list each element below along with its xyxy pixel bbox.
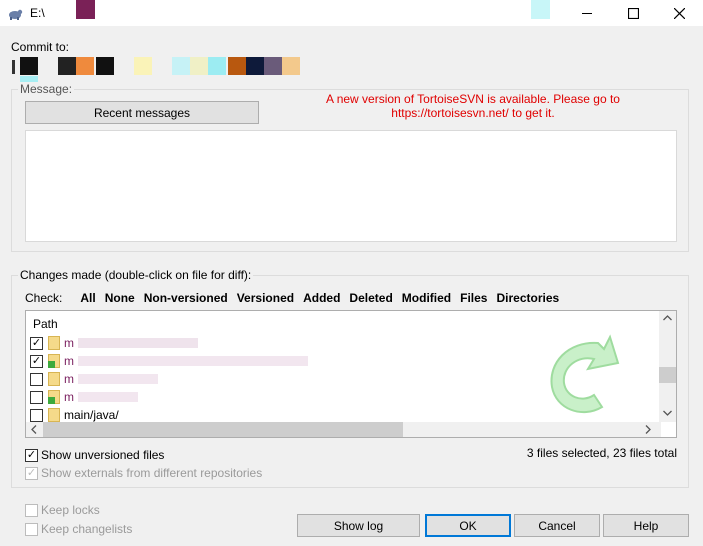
scroll-right-icon[interactable] bbox=[645, 425, 651, 434]
horizontal-scroll-thumb[interactable] bbox=[43, 422, 403, 437]
folder-icon bbox=[48, 372, 60, 386]
show-externals-label: Show externals from different repositori… bbox=[41, 466, 263, 480]
list-item[interactable]: m bbox=[30, 388, 138, 406]
show-unversioned-label: Show unversioned files bbox=[41, 448, 165, 462]
folder-icon bbox=[48, 408, 60, 422]
update-notice-line2[interactable]: https://tortoisesvn.net/ to get it. bbox=[300, 106, 646, 120]
maximize-icon bbox=[627, 7, 639, 19]
check-modified-link[interactable]: Modified bbox=[402, 291, 451, 305]
row-path: main/java/ bbox=[64, 408, 119, 422]
scroll-down-icon[interactable] bbox=[663, 410, 672, 416]
row-path-redacted bbox=[78, 374, 158, 384]
show-log-button[interactable]: Show log bbox=[297, 514, 420, 537]
check-deleted-link[interactable]: Deleted bbox=[349, 291, 392, 305]
keep-changelists-option: Keep changelists bbox=[25, 522, 132, 536]
row-path-redacted bbox=[78, 338, 198, 348]
ok-button[interactable]: OK bbox=[425, 514, 511, 537]
list-item[interactable]: m bbox=[30, 370, 158, 388]
keep-locks-label: Keep locks bbox=[41, 503, 100, 517]
title-redacted-block bbox=[531, 0, 550, 19]
show-externals-checkbox: ✓ bbox=[25, 466, 38, 480]
close-icon bbox=[673, 7, 685, 19]
title-bar: E:\ bbox=[0, 0, 703, 26]
row-checkbox[interactable]: ✓ bbox=[30, 354, 43, 368]
close-button[interactable] bbox=[656, 0, 702, 26]
update-notice-line1: A new version of TortoiseSVN is availabl… bbox=[326, 92, 620, 106]
commit-message-input[interactable] bbox=[25, 130, 677, 242]
row-checkbox[interactable] bbox=[30, 408, 43, 422]
minimize-button[interactable] bbox=[564, 0, 610, 26]
check-none-link[interactable]: None bbox=[105, 291, 135, 305]
row-path: m bbox=[64, 354, 74, 368]
selection-summary: 3 files selected, 23 files total bbox=[526, 446, 677, 460]
cancel-button[interactable]: Cancel bbox=[514, 514, 600, 537]
tortoisesvn-watermark-logo bbox=[550, 334, 620, 414]
recent-messages-button[interactable]: Recent messages bbox=[25, 101, 259, 124]
list-item[interactable]: ✓ m bbox=[30, 352, 308, 370]
scroll-up-icon[interactable] bbox=[663, 315, 672, 321]
row-checkbox[interactable] bbox=[30, 390, 43, 404]
maximize-button[interactable] bbox=[610, 0, 656, 26]
keep-locks-checkbox bbox=[25, 503, 38, 517]
minimize-icon bbox=[582, 13, 592, 14]
list-item[interactable]: ✓ m bbox=[30, 334, 198, 352]
tortoisesvn-app-icon bbox=[9, 9, 23, 20]
check-versioned-link[interactable]: Versioned bbox=[237, 291, 294, 305]
folder-icon bbox=[48, 336, 60, 350]
show-unversioned-option[interactable]: ✓ Show unversioned files bbox=[25, 448, 164, 462]
check-filter-row: Check: All None Non-versioned Versioned … bbox=[25, 291, 568, 305]
row-checkbox[interactable] bbox=[30, 372, 43, 386]
row-checkbox[interactable]: ✓ bbox=[30, 336, 43, 350]
check-files-link[interactable]: Files bbox=[460, 291, 487, 305]
vertical-scroll-thumb[interactable] bbox=[659, 367, 676, 383]
message-group-label: Message: bbox=[18, 82, 75, 96]
show-unversioned-checkbox[interactable]: ✓ bbox=[25, 448, 38, 462]
vertical-scrollbar[interactable] bbox=[659, 311, 676, 422]
update-notice: A new version of TortoiseSVN is availabl… bbox=[300, 92, 646, 120]
horizontal-scrollbar[interactable] bbox=[26, 422, 661, 437]
window-title: E:\ bbox=[30, 6, 45, 20]
check-all-link[interactable]: All bbox=[80, 291, 95, 305]
title-redacted-block bbox=[76, 0, 95, 19]
keep-changelists-checkbox bbox=[25, 522, 38, 536]
keep-changelists-label: Keep changelists bbox=[41, 522, 133, 536]
check-nonversioned-link[interactable]: Non-versioned bbox=[144, 291, 228, 305]
help-button[interactable]: Help bbox=[603, 514, 689, 537]
scroll-left-icon[interactable] bbox=[31, 425, 37, 434]
row-path-redacted bbox=[78, 356, 308, 366]
check-directories-link[interactable]: Directories bbox=[496, 291, 559, 305]
row-path: m bbox=[64, 372, 74, 386]
commit-to-label: Commit to: bbox=[11, 40, 70, 54]
check-added-link[interactable]: Added bbox=[303, 291, 340, 305]
changes-list[interactable]: Path ✓ m ✓ m m m main/java/ bbox=[25, 310, 677, 438]
row-path: m bbox=[64, 390, 74, 404]
row-path-redacted bbox=[78, 392, 138, 402]
modified-file-icon bbox=[48, 390, 60, 404]
column-header-path[interactable]: Path bbox=[33, 317, 58, 331]
commit-url-redacted bbox=[12, 57, 300, 88]
row-path: m bbox=[64, 336, 74, 350]
changes-group-label: Changes made (double-click on file for d… bbox=[18, 268, 254, 282]
check-label: Check: bbox=[25, 291, 63, 305]
modified-file-icon bbox=[48, 354, 60, 368]
show-externals-option: ✓ Show externals from different reposito… bbox=[25, 466, 262, 480]
keep-locks-option: Keep locks bbox=[25, 503, 100, 517]
